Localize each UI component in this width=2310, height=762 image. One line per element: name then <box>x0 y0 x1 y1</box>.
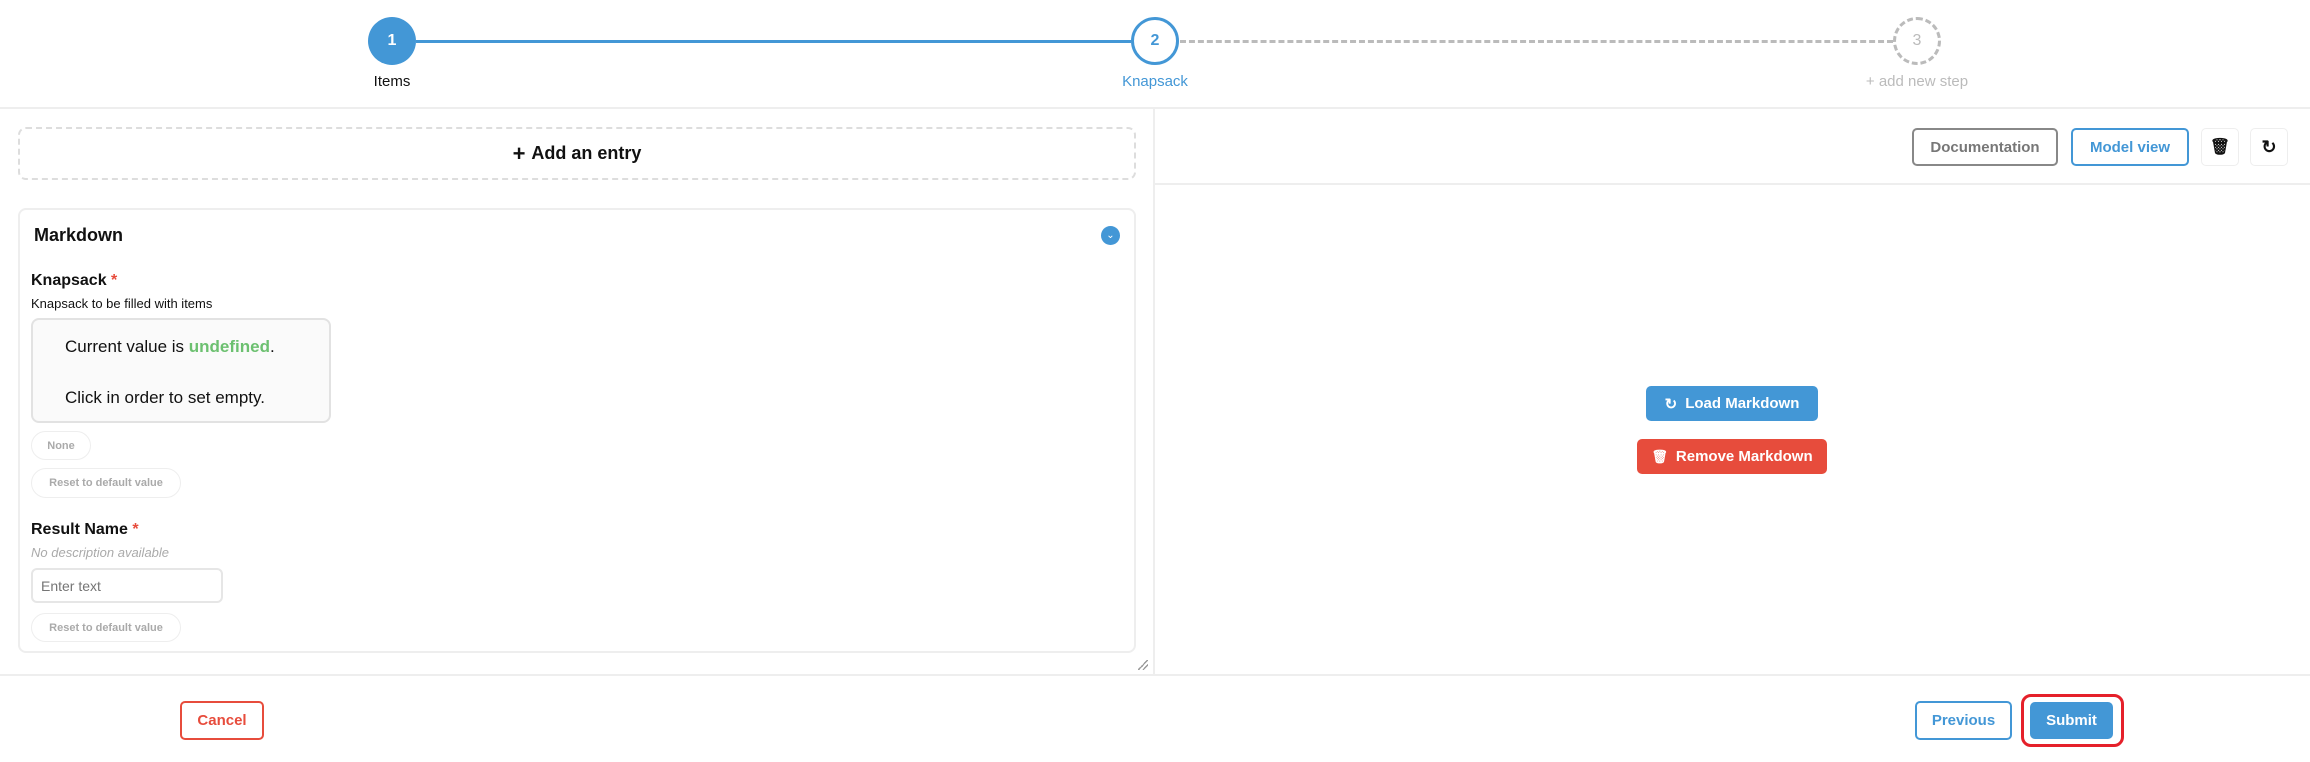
step-1-circle[interactable]: 1 <box>368 17 416 65</box>
set-empty-hint: Click in order to set empty. <box>65 388 265 407</box>
current-value-text: Current value is undefined. <box>65 337 275 356</box>
documentation-button[interactable]: Documentation <box>1912 128 2058 166</box>
step-connector-pending <box>1180 40 1893 43</box>
trash-icon[interactable]: 🗑 <box>2201 128 2239 166</box>
step-1-label[interactable]: Items <box>374 73 411 90</box>
result-name-description: No description available <box>31 545 170 560</box>
header-divider <box>0 107 2310 109</box>
model-view-button[interactable]: Model view <box>2071 128 2189 166</box>
add-new-step-label[interactable]: + add new step <box>1866 73 1968 90</box>
knapsack-value-box[interactable]: Current value is undefined. Click in ord… <box>31 318 331 423</box>
collapse-chevron-icon[interactable]: ⌄ <box>1101 226 1120 245</box>
refresh-icon[interactable]: ↻ <box>2250 128 2288 166</box>
panel-divider <box>1153 108 1155 675</box>
result-name-input[interactable] <box>31 568 223 603</box>
markdown-card: Markdown ⌄ Knapsack * Knapsack to be fil… <box>18 208 1136 653</box>
step-3-circle[interactable]: 3 <box>1893 17 1941 65</box>
plus-icon: + <box>512 140 526 166</box>
toolbar-divider <box>1155 183 2310 185</box>
step-2-circle[interactable]: 2 <box>1131 17 1179 65</box>
reset-knapsack-button[interactable]: Reset to default value <box>31 468 181 498</box>
cancel-button[interactable]: Cancel <box>180 701 264 740</box>
add-entry-label: Add an entry <box>531 143 642 163</box>
reset-result-name-button[interactable]: Reset to default value <box>31 613 181 642</box>
knapsack-description: Knapsack to be filled with items <box>31 296 213 311</box>
knapsack-label: Knapsack * <box>31 272 118 289</box>
result-name-label: Result Name * <box>31 521 139 538</box>
step-2-label[interactable]: Knapsack <box>1122 73 1188 90</box>
step-connector-completed <box>416 40 1131 43</box>
add-entry-button[interactable]: + Add an entry <box>18 127 1136 180</box>
footer-divider <box>0 674 2310 676</box>
refresh-icon: ↻ <box>1664 395 1678 413</box>
previous-button[interactable]: Previous <box>1915 701 2012 740</box>
card-title: Markdown <box>34 225 124 245</box>
load-markdown-button[interactable]: ↻ Load Markdown <box>1646 386 1818 421</box>
none-button[interactable]: None <box>31 431 91 460</box>
resize-handle-icon[interactable] <box>1138 660 1148 670</box>
trash-icon: 🗑 <box>1651 448 1668 464</box>
submit-button[interactable]: Submit <box>2030 702 2113 739</box>
remove-markdown-button[interactable]: 🗑 Remove Markdown <box>1637 439 1827 474</box>
